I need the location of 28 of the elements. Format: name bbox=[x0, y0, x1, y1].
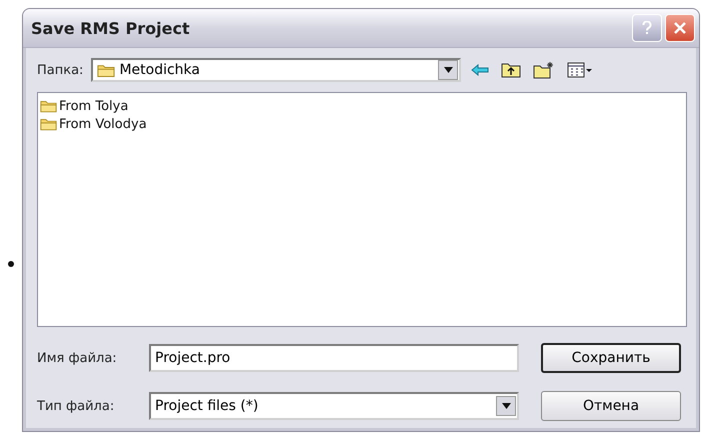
folder-item[interactable]: From Volodya bbox=[40, 115, 150, 133]
folder-icon bbox=[97, 62, 116, 78]
view-icon bbox=[567, 62, 594, 78]
folder-item[interactable]: From Tolya bbox=[40, 97, 132, 115]
filename-label: Имя файла: bbox=[37, 350, 118, 366]
back-button[interactable] bbox=[469, 64, 492, 76]
close-button[interactable] bbox=[665, 14, 695, 42]
caret-icon bbox=[502, 403, 510, 409]
dropdown-button[interactable] bbox=[438, 60, 458, 80]
up-folder-button[interactable] bbox=[499, 62, 524, 78]
close-icon bbox=[673, 21, 687, 35]
window-title: Save RMS Project bbox=[31, 18, 191, 38]
filename-field[interactable]: Project.pro bbox=[149, 344, 519, 372]
folder-dropdown[interactable]: Metodichka bbox=[91, 58, 462, 82]
arrow-icon bbox=[471, 64, 490, 76]
folder-label: Папка: bbox=[37, 62, 84, 78]
folder-up-icon bbox=[501, 62, 522, 78]
save-button[interactable]: Сохранить bbox=[541, 343, 681, 373]
bullet-icon bbox=[8, 260, 14, 266]
help-icon bbox=[642, 21, 652, 35]
new-folder-icon bbox=[533, 61, 556, 79]
cancel-button[interactable]: Отмена bbox=[541, 391, 681, 421]
caret-icon bbox=[444, 67, 453, 73]
folder-icon bbox=[40, 117, 57, 131]
dropdown-button[interactable] bbox=[496, 396, 516, 416]
filetype-label: Тип файла: bbox=[37, 398, 116, 414]
filetype-dropdown[interactable]: Project files (*) bbox=[149, 392, 519, 420]
folder-icon bbox=[40, 99, 57, 113]
